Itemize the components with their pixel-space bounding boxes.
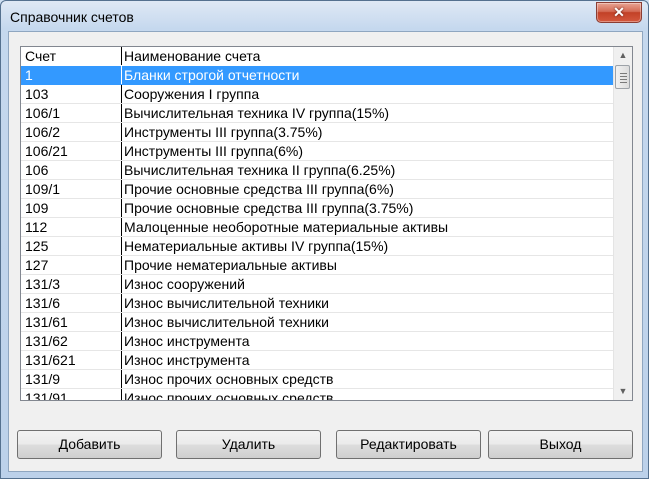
accounts-list[interactable]: Счет Наименование счета 1 Бланки строгой … xyxy=(20,46,633,401)
table-row[interactable]: 127 Прочие нематериальные активы xyxy=(21,256,613,275)
account-code: 131/9 xyxy=(21,370,122,388)
account-code: 109/1 xyxy=(21,180,122,198)
account-code: 106/21 xyxy=(21,142,122,160)
account-code: 131/62 xyxy=(21,332,122,350)
scroll-thumb[interactable] xyxy=(615,65,630,89)
table-row[interactable]: 112 Малоценные необоротные материальные а… xyxy=(21,218,613,237)
account-code: 131/621 xyxy=(21,351,122,369)
account-name: Малоценные необоротные материальные акти… xyxy=(124,219,449,235)
table-row[interactable]: 131/9 Износ прочих основных средств xyxy=(21,370,613,389)
account-code: 131/3 xyxy=(21,275,122,293)
account-name: Износ инструмента xyxy=(124,352,250,368)
account-name: Нематериальные активы IV группа(15%) xyxy=(124,238,389,254)
edit-button[interactable]: Редактировать xyxy=(336,430,481,459)
account-code: 106 xyxy=(21,161,122,179)
table-row[interactable]: 131/61 Износ вычислительной техники xyxy=(21,313,613,332)
account-name: Прочие основные средства III группа(6%) xyxy=(124,181,394,197)
scroll-down-icon[interactable]: ▼ xyxy=(614,383,632,400)
account-code: 106/1 xyxy=(21,104,122,122)
account-name: Износ вычислительной техники xyxy=(124,314,329,330)
accounts-window: Справочник счетов ✕ Счет Наименование сч… xyxy=(0,0,649,479)
close-icon: ✕ xyxy=(613,4,625,20)
table-row[interactable]: 131/3 Износ сооружений xyxy=(21,275,613,294)
table-row[interactable]: 125 Нематериальные активы IV группа(15%) xyxy=(21,237,613,256)
account-name: Инструменты III группа(6%) xyxy=(124,143,303,159)
account-code: 131/91 xyxy=(21,389,122,400)
table-row[interactable]: 106 Вычислительная техника II группа(6.25… xyxy=(21,161,613,180)
table-row[interactable]: 106/2 Инструменты III группа(3.75%) xyxy=(21,123,613,142)
account-name: Сооружения I группа xyxy=(124,86,260,102)
account-code: 131/61 xyxy=(21,313,122,331)
account-code: 106/2 xyxy=(21,123,122,141)
account-code: 1 xyxy=(21,66,122,84)
account-name: Прочие нематериальные активы xyxy=(124,257,337,273)
account-code: 131/6 xyxy=(21,294,122,312)
table-row[interactable]: 1 Бланки строгой отчетности xyxy=(21,66,613,85)
close-button[interactable]: ✕ xyxy=(596,2,642,23)
account-name: Прочие основные средства III группа(3.75… xyxy=(124,200,414,216)
table-header: Счет Наименование счета xyxy=(21,47,613,66)
table-row[interactable]: 109 Прочие основные средства III группа(3… xyxy=(21,199,613,218)
account-name: Вычислительная техника II группа(6.25%) xyxy=(124,162,396,178)
table-row[interactable]: 131/6 Износ вычислительной техники xyxy=(21,294,613,313)
account-code: 103 xyxy=(21,85,122,103)
account-code: 109 xyxy=(21,199,122,217)
window-title: Справочник счетов xyxy=(10,9,134,25)
account-name: Вычислительная техника IV группа(15%) xyxy=(124,105,390,121)
table-row[interactable]: 131/91 Износ прочих основных средств xyxy=(21,389,613,400)
client-area: Счет Наименование счета 1 Бланки строгой … xyxy=(8,31,643,472)
account-name: Инструменты III группа(3.75%) xyxy=(124,124,323,140)
account-code: 112 xyxy=(21,218,122,236)
account-name: Бланки строгой отчетности xyxy=(124,67,300,83)
account-name: Износ прочих основных средств xyxy=(124,371,334,387)
account-name: Износ сооружений xyxy=(124,276,245,292)
table-row[interactable]: 109/1 Прочие основные средства III группа… xyxy=(21,180,613,199)
account-name: Износ инструмента xyxy=(124,333,250,349)
table-row[interactable]: 131/62 Износ инструмента xyxy=(21,332,613,351)
exit-button[interactable]: Выход xyxy=(488,430,633,459)
table-row[interactable]: 103 Сооружения I группа xyxy=(21,85,613,104)
account-code: 127 xyxy=(21,256,122,274)
accounts-rows: Счет Наименование счета 1 Бланки строгой … xyxy=(21,47,613,400)
title-bar[interactable]: Справочник счетов ✕ xyxy=(1,1,648,31)
vertical-scrollbar[interactable]: ▲ ▼ xyxy=(613,47,632,400)
table-row[interactable]: 106/21 Инструменты III группа(6%) xyxy=(21,142,613,161)
account-code: 125 xyxy=(21,237,122,255)
column-header-name[interactable]: Наименование счета xyxy=(122,47,613,65)
scroll-up-icon[interactable]: ▲ xyxy=(614,47,632,64)
add-button[interactable]: Добавить xyxy=(17,430,162,459)
table-row[interactable]: 106/1 Вычислительная техника IV группа(15… xyxy=(21,104,613,123)
delete-button[interactable]: Удалить xyxy=(176,430,321,459)
account-name: Износ прочих основных средств xyxy=(124,390,334,400)
account-name: Износ вычислительной техники xyxy=(124,295,329,311)
table-row[interactable]: 131/621 Износ инструмента xyxy=(21,351,613,370)
column-header-account[interactable]: Счет xyxy=(21,47,122,65)
